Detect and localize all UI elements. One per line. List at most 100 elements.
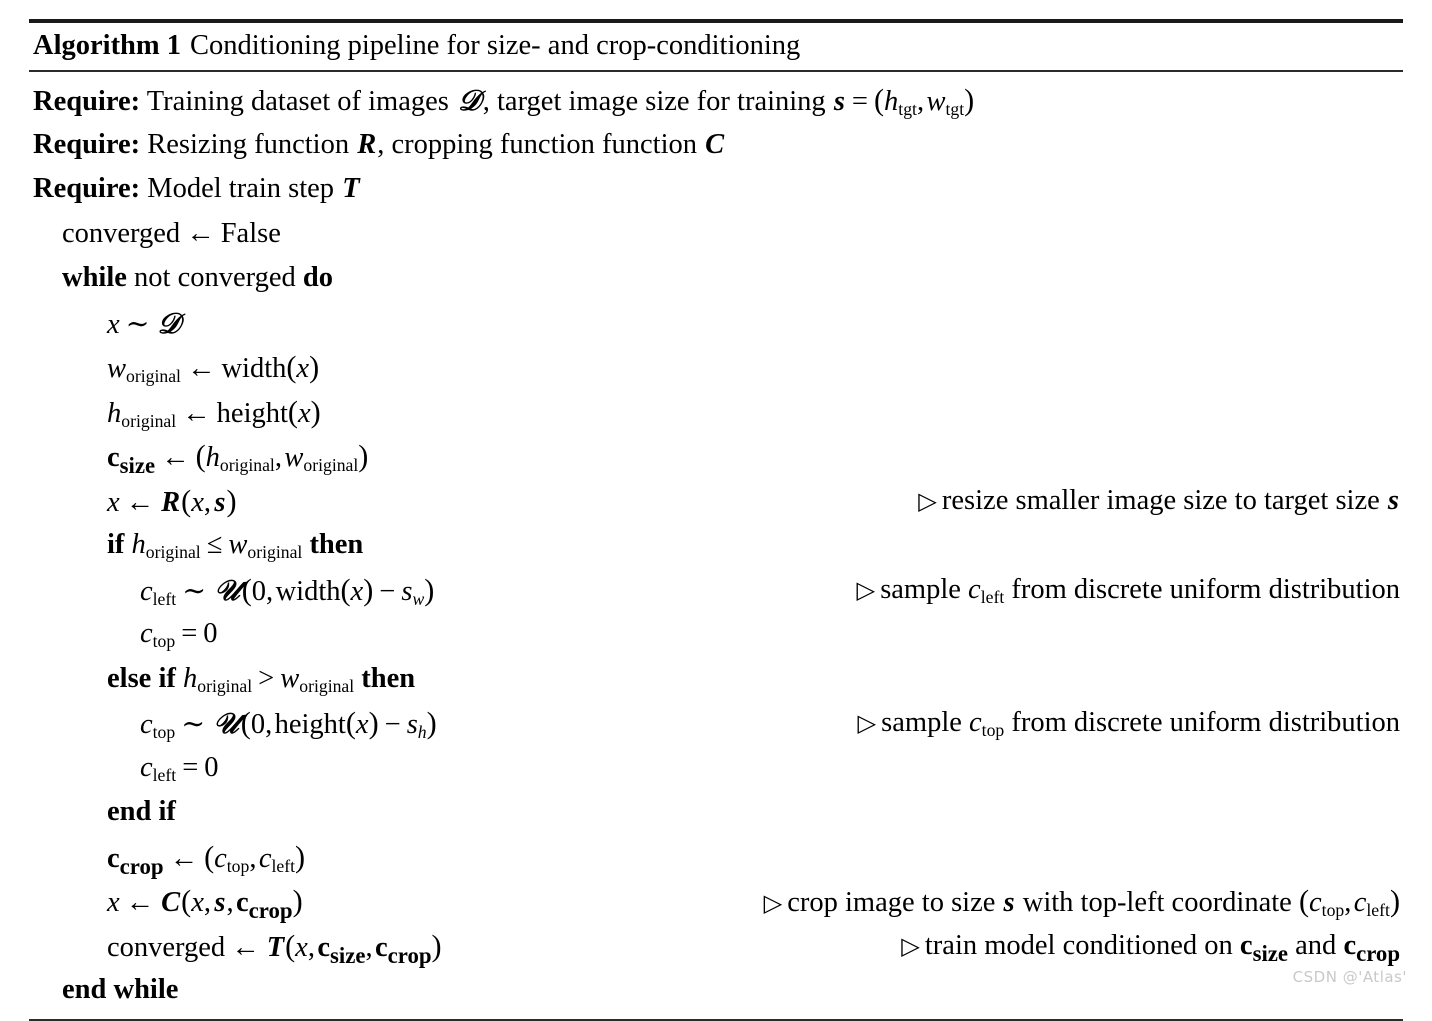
sub-left-c: left <box>980 586 1005 607</box>
sub-tgt-h: tgt <box>898 98 917 119</box>
assign-arrow: ← <box>186 217 215 249</box>
sample-word-2: sample <box>881 707 962 738</box>
comment-resize-text: resize smaller image size to target size <box>941 484 1380 516</box>
rparen-5: ) <box>226 483 237 518</box>
assign-arrow-3: ← <box>182 397 211 429</box>
algorithm-title: Conditioning pipeline for size- and crop… <box>190 30 801 61</box>
triangle-icon-3: ▷ <box>857 710 877 737</box>
equals-op-3: = <box>182 751 199 783</box>
minus-op: − <box>379 575 396 607</box>
statement-w-original: woriginal ← width(x) <box>29 345 1403 390</box>
statement-sample-x: x ∼ 𝒟 <box>29 301 1403 346</box>
sub-left-4: left <box>1366 899 1390 920</box>
statement-c-crop: ccrop ← (ctop, cleft) <box>29 835 1403 880</box>
rparen-9: ) <box>368 706 379 740</box>
h-original-cond: horiginal <box>131 529 201 562</box>
sub-left: left <box>152 588 177 609</box>
algorithm-label: Algorithm 1 <box>33 30 182 61</box>
sub-h: h <box>417 721 427 742</box>
sub-original-h: original <box>121 410 177 431</box>
c-left-var-2: cleft <box>140 751 177 785</box>
sub-tgt-w: tgt <box>945 98 965 119</box>
require-line-2: Require: Resizing function R, cropping f… <box>29 123 1403 168</box>
while-keyword: while <box>62 262 127 293</box>
x-arg-3: x <box>191 486 204 518</box>
rparen: ) <box>964 83 975 117</box>
rparen-2: ) <box>309 350 320 384</box>
comment-sample-left: ▷ sample cleft from discrete uniform dist… <box>857 568 1400 614</box>
resizing-fn-text: Resizing function <box>147 128 350 160</box>
c-left-var: cleft <box>140 575 177 609</box>
c-top-comment: ctop <box>969 707 1005 740</box>
comma-3: , <box>203 486 212 518</box>
sub-w: w <box>412 588 425 609</box>
not-keyword: not <box>134 262 171 293</box>
c-top-var-2: ctop <box>140 709 176 742</box>
lparen-11: ( <box>181 884 192 918</box>
lparen-7: ( <box>340 572 351 607</box>
cropping-fn-text: , cropping function function <box>377 128 698 160</box>
rparen-6: ) <box>424 572 435 607</box>
s-symbol-comment-2: s <box>1003 887 1015 918</box>
c-size-var: csize <box>107 442 156 478</box>
lparen-4: ( <box>195 439 206 473</box>
comma-2: , <box>274 442 282 473</box>
sample-word: sample <box>880 573 961 605</box>
assign-arrow-8: ← <box>231 931 260 963</box>
s-symbol-comment: s <box>1387 484 1399 516</box>
lparen-2: ( <box>286 350 297 384</box>
x-var-3: x <box>107 887 120 918</box>
if-keyword-2: if <box>158 662 176 694</box>
statement-crop-x: x ← C(x, s, ccrop) ▷ crop image to size s w… <box>29 879 1403 924</box>
height-fn-2: height <box>274 709 346 740</box>
comment-train: ▷ train model conditioned on csize and cc… <box>901 924 1400 970</box>
lparen-9: ( <box>345 706 356 740</box>
end-keyword-2: end <box>62 974 107 1005</box>
require-keyword-2: Require: <box>33 128 141 160</box>
leq-op: ≤ <box>206 529 223 560</box>
then-keyword-2: then <box>361 662 416 694</box>
width-fn-2: width <box>275 575 341 607</box>
w-original-var: woriginal <box>107 353 181 386</box>
h-original-var: horiginal <box>107 397 177 431</box>
x-arg-2: x <box>297 397 311 429</box>
comment-crop: ▷ crop image to size s with top-left coor… <box>764 879 1400 927</box>
if-keyword: if <box>107 529 125 560</box>
assign-arrow-5: ← <box>125 486 155 518</box>
lparen-13: ( <box>285 928 296 963</box>
lparen-12: ( <box>1298 884 1310 918</box>
statement-while-loop: while not converged do <box>29 256 1403 301</box>
c-left-arg: cleft <box>258 842 296 876</box>
h-tgt: htgt <box>884 86 917 119</box>
x-arg-7: x <box>295 931 308 963</box>
sub-top: top <box>152 630 176 651</box>
uniform-symbol: 𝒰 <box>214 572 240 607</box>
uniform-symbol-2: 𝒰 <box>213 706 239 740</box>
minus-op-2: − <box>384 709 401 740</box>
algorithm-caption: Algorithm 1 Conditioning pipeline for siz… <box>29 23 1403 70</box>
statement-sample-c-left: cleft ∼ 𝒰(0, width(x) − sw) ▷ sample cleft fr… <box>29 568 1403 613</box>
watermark: CSDN @'Atlas' <box>1292 968 1407 986</box>
statement-h-original: horiginal ← height(x) <box>29 390 1403 435</box>
comma-11: , <box>365 931 373 963</box>
sub-original-w2: original <box>303 454 359 475</box>
sub-crop: crop <box>119 853 164 879</box>
h-original-cond-2: horiginal <box>182 662 253 696</box>
sub-left-3: left <box>271 855 296 876</box>
h-original-arg: horiginal <box>205 442 275 475</box>
statement-end-while: end while <box>29 968 1403 1013</box>
with-topleft-text: with top-left coordinate <box>1022 887 1292 918</box>
sub-original-w: original <box>126 365 181 386</box>
tilde-op-3: ∼ <box>181 709 206 740</box>
rparen-10: ) <box>295 839 306 874</box>
rparen-12: ) <box>1389 884 1400 918</box>
assign-arrow-6: ← <box>169 842 199 874</box>
comment-resize: ▷ resize smaller image size to target siz… <box>918 479 1400 525</box>
assign-arrow-2: ← <box>186 353 216 384</box>
train-model-text: train model conditioned on <box>924 929 1233 961</box>
crop-fn-call: C <box>161 887 181 918</box>
zero-arg: 0 <box>251 575 267 607</box>
converged-var: converged <box>62 217 181 249</box>
c-top-var: ctop <box>140 618 176 651</box>
resize-fn-call: R <box>161 486 181 518</box>
